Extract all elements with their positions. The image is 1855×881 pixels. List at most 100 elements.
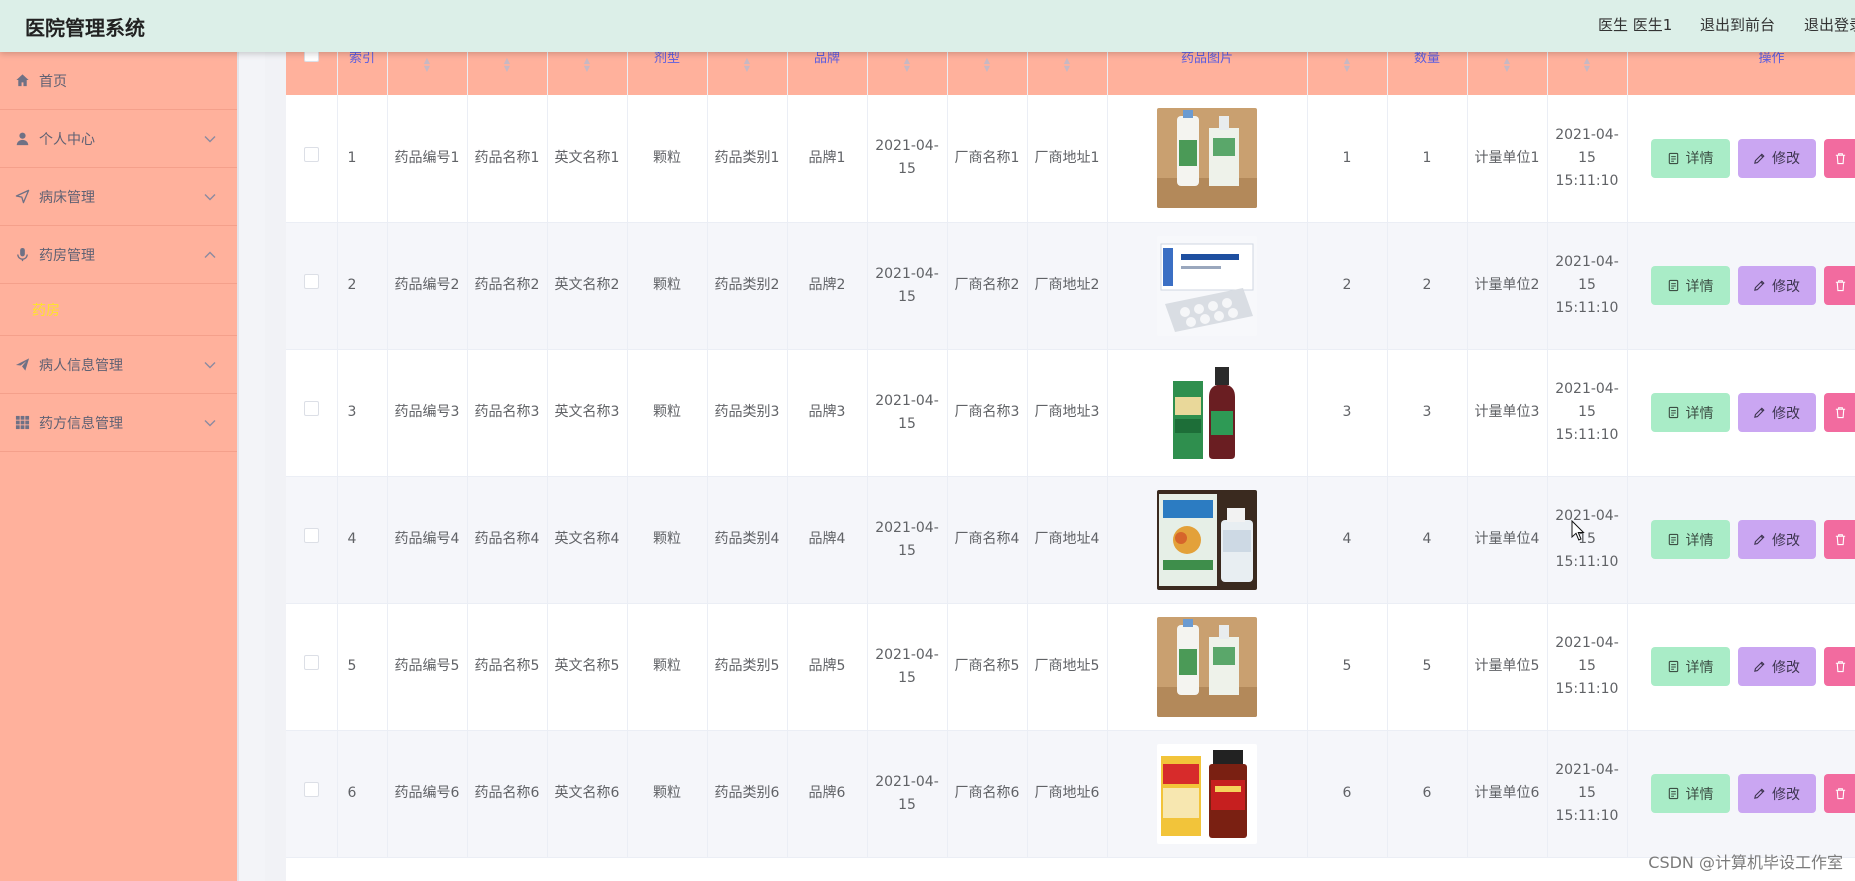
edit-button[interactable]: 修改	[1737, 774, 1816, 813]
exit-to-front-link[interactable]: 退出到前台	[1700, 14, 1775, 35]
detail-button[interactable]: 详情	[1650, 647, 1730, 686]
pencil-icon	[1753, 152, 1772, 165]
select-all-checkbox[interactable]	[304, 52, 319, 62]
row-select-cell[interactable]	[286, 349, 338, 476]
sort-caret-icon[interactable]: ▲ ▼	[904, 57, 910, 73]
header-sortable[interactable]: ▲ ▼	[547, 52, 628, 95]
pencil-icon	[1753, 787, 1772, 800]
content-gutter	[237, 52, 265, 881]
cell-dosage-form: 颗粒	[627, 603, 708, 730]
cell-index: 2	[337, 222, 388, 349]
header-sortable[interactable]: ▲ ▼	[1027, 52, 1108, 95]
edit-button[interactable]: 修改	[1737, 266, 1816, 305]
cell-english-name: 英文名称1	[547, 95, 628, 222]
row-checkbox[interactable]	[303, 146, 319, 162]
sidebar-item-pharmacy-management[interactable]: 药房管理	[0, 226, 237, 284]
app-title: 医院管理系统	[25, 16, 145, 40]
sidebar-item-home[interactable]: 首页	[0, 52, 237, 110]
edit-button[interactable]: 修改	[1737, 647, 1816, 686]
sidebar-subitem-pharmacy[interactable]: 药房	[0, 284, 237, 336]
header-sortable[interactable]: ▲ ▼	[1307, 52, 1388, 95]
detail-button[interactable]: 详情	[1650, 266, 1730, 305]
sidebar-item-personal-center[interactable]: 个人中心	[0, 110, 237, 168]
paper-plane-icon	[14, 357, 30, 373]
cell-unit: 计量单位4	[1467, 476, 1548, 603]
cell-unit: 计量单位6	[1467, 730, 1548, 857]
delete-button[interactable]	[1823, 393, 1855, 432]
microphone-icon	[14, 247, 30, 263]
header-sortable[interactable]: ▲ ▼	[947, 52, 1028, 95]
row-select-cell[interactable]	[286, 476, 338, 603]
cell-manufacturer-address: 厂商地址1	[1027, 95, 1108, 222]
edit-button[interactable]: 修改	[1737, 520, 1816, 559]
sidebar-item-prescription-info-management[interactable]: 药方信息管理	[0, 394, 237, 452]
detail-button[interactable]: 详情	[1650, 774, 1730, 813]
cell-stock: 5	[1307, 603, 1388, 730]
medicine-image	[1157, 108, 1257, 209]
cell-medicine-image	[1107, 95, 1308, 222]
row-select-cell[interactable]	[286, 730, 338, 857]
trash-icon	[1834, 152, 1853, 165]
sidebar-divider	[237, 52, 239, 881]
cell-stock: 4	[1307, 476, 1388, 603]
detail-button[interactable]: 详情	[1650, 520, 1730, 559]
table-row: 1 药品编号1 药品名称1 英文名称1 颗粒 药品类别1 品牌1 2021-04-15 厂商名称…	[286, 95, 1855, 222]
table-row: 4 药品编号4 药品名称4 英文名称4 颗粒 药品类别4 品牌4 2021-04-15 厂商名称…	[286, 476, 1855, 603]
cell-count: 1	[1387, 95, 1468, 222]
sort-caret-icon[interactable]: ▲ ▼	[1584, 57, 1590, 73]
sort-caret-icon[interactable]: ▲ ▼	[584, 57, 590, 73]
header-form[interactable]: 剂型	[627, 52, 708, 95]
sort-caret-icon[interactable]: ▲ ▼	[1344, 57, 1350, 73]
delete-button[interactable]	[1823, 138, 1855, 178]
header-index: 索引	[337, 52, 388, 95]
header-sortable[interactable]: ▲ ▼	[1547, 52, 1628, 95]
document-icon	[1667, 533, 1686, 546]
pencil-icon	[1753, 660, 1772, 673]
delete-button[interactable]	[1823, 774, 1855, 813]
cell-manufacturer-name: 厂商名称5	[947, 603, 1028, 730]
cell-stock: 6	[1307, 730, 1388, 857]
row-select-cell[interactable]	[286, 222, 338, 349]
header-sortable[interactable]: ▲ ▼	[1467, 52, 1548, 95]
row-checkbox[interactable]	[303, 655, 319, 670]
detail-button-label: 详情	[1685, 658, 1714, 675]
row-select-cell[interactable]	[286, 95, 338, 222]
sort-caret-icon[interactable]: ▲ ▼	[504, 57, 510, 73]
header-brand[interactable]: 品牌	[787, 52, 868, 95]
header-image[interactable]: 药品图片	[1107, 52, 1308, 95]
row-select-cell[interactable]	[286, 603, 338, 730]
detail-button[interactable]: 详情	[1650, 138, 1730, 178]
cell-manufacturer-address: 厂商地址6	[1027, 730, 1108, 857]
row-checkbox[interactable]	[303, 782, 319, 797]
edit-button[interactable]: 修改	[1737, 393, 1816, 432]
header-sortable[interactable]: ▲ ▼	[707, 52, 788, 95]
delete-button[interactable]	[1823, 647, 1855, 686]
cell-dosage-form: 颗粒	[627, 349, 708, 476]
edit-button[interactable]: 修改	[1737, 138, 1816, 178]
cell-operations: 详情 修改	[1627, 476, 1855, 603]
delete-button[interactable]	[1823, 520, 1855, 559]
row-checkbox[interactable]	[303, 401, 319, 416]
document-icon	[1667, 279, 1686, 292]
sidebar: 首页 个人中心 病床管理 药房管理 药房 病人信息管理 药方信息管理	[0, 52, 237, 881]
row-checkbox[interactable]	[303, 274, 319, 289]
header-sortable[interactable]: ▲ ▼	[867, 52, 948, 95]
delete-button[interactable]	[1823, 266, 1855, 305]
header-select-all[interactable]	[286, 52, 338, 95]
sort-caret-icon[interactable]: ▲ ▼	[1064, 57, 1070, 73]
sidebar-item-label: 个人中心	[39, 131, 95, 148]
sidebar-item-patient-info-management[interactable]: 病人信息管理	[0, 336, 237, 394]
edit-button-label: 修改	[1772, 531, 1800, 548]
sort-caret-icon[interactable]: ▲ ▼	[424, 57, 430, 73]
header-sortable[interactable]: ▲ ▼	[387, 52, 468, 95]
sidebar-item-bed-management[interactable]: 病床管理	[0, 168, 237, 226]
header-sortable[interactable]: ▲ ▼	[467, 52, 548, 95]
row-checkbox[interactable]	[303, 528, 319, 543]
mouse-cursor-icon	[1571, 520, 1585, 541]
sort-caret-icon[interactable]: ▲ ▼	[744, 57, 750, 73]
sort-caret-icon[interactable]: ▲ ▼	[1504, 57, 1510, 73]
detail-button[interactable]: 详情	[1650, 393, 1730, 432]
logout-link[interactable]: 退出登录	[1804, 14, 1855, 35]
header-count[interactable]: 数量	[1387, 52, 1468, 95]
sort-caret-icon[interactable]: ▲ ▼	[984, 57, 990, 73]
